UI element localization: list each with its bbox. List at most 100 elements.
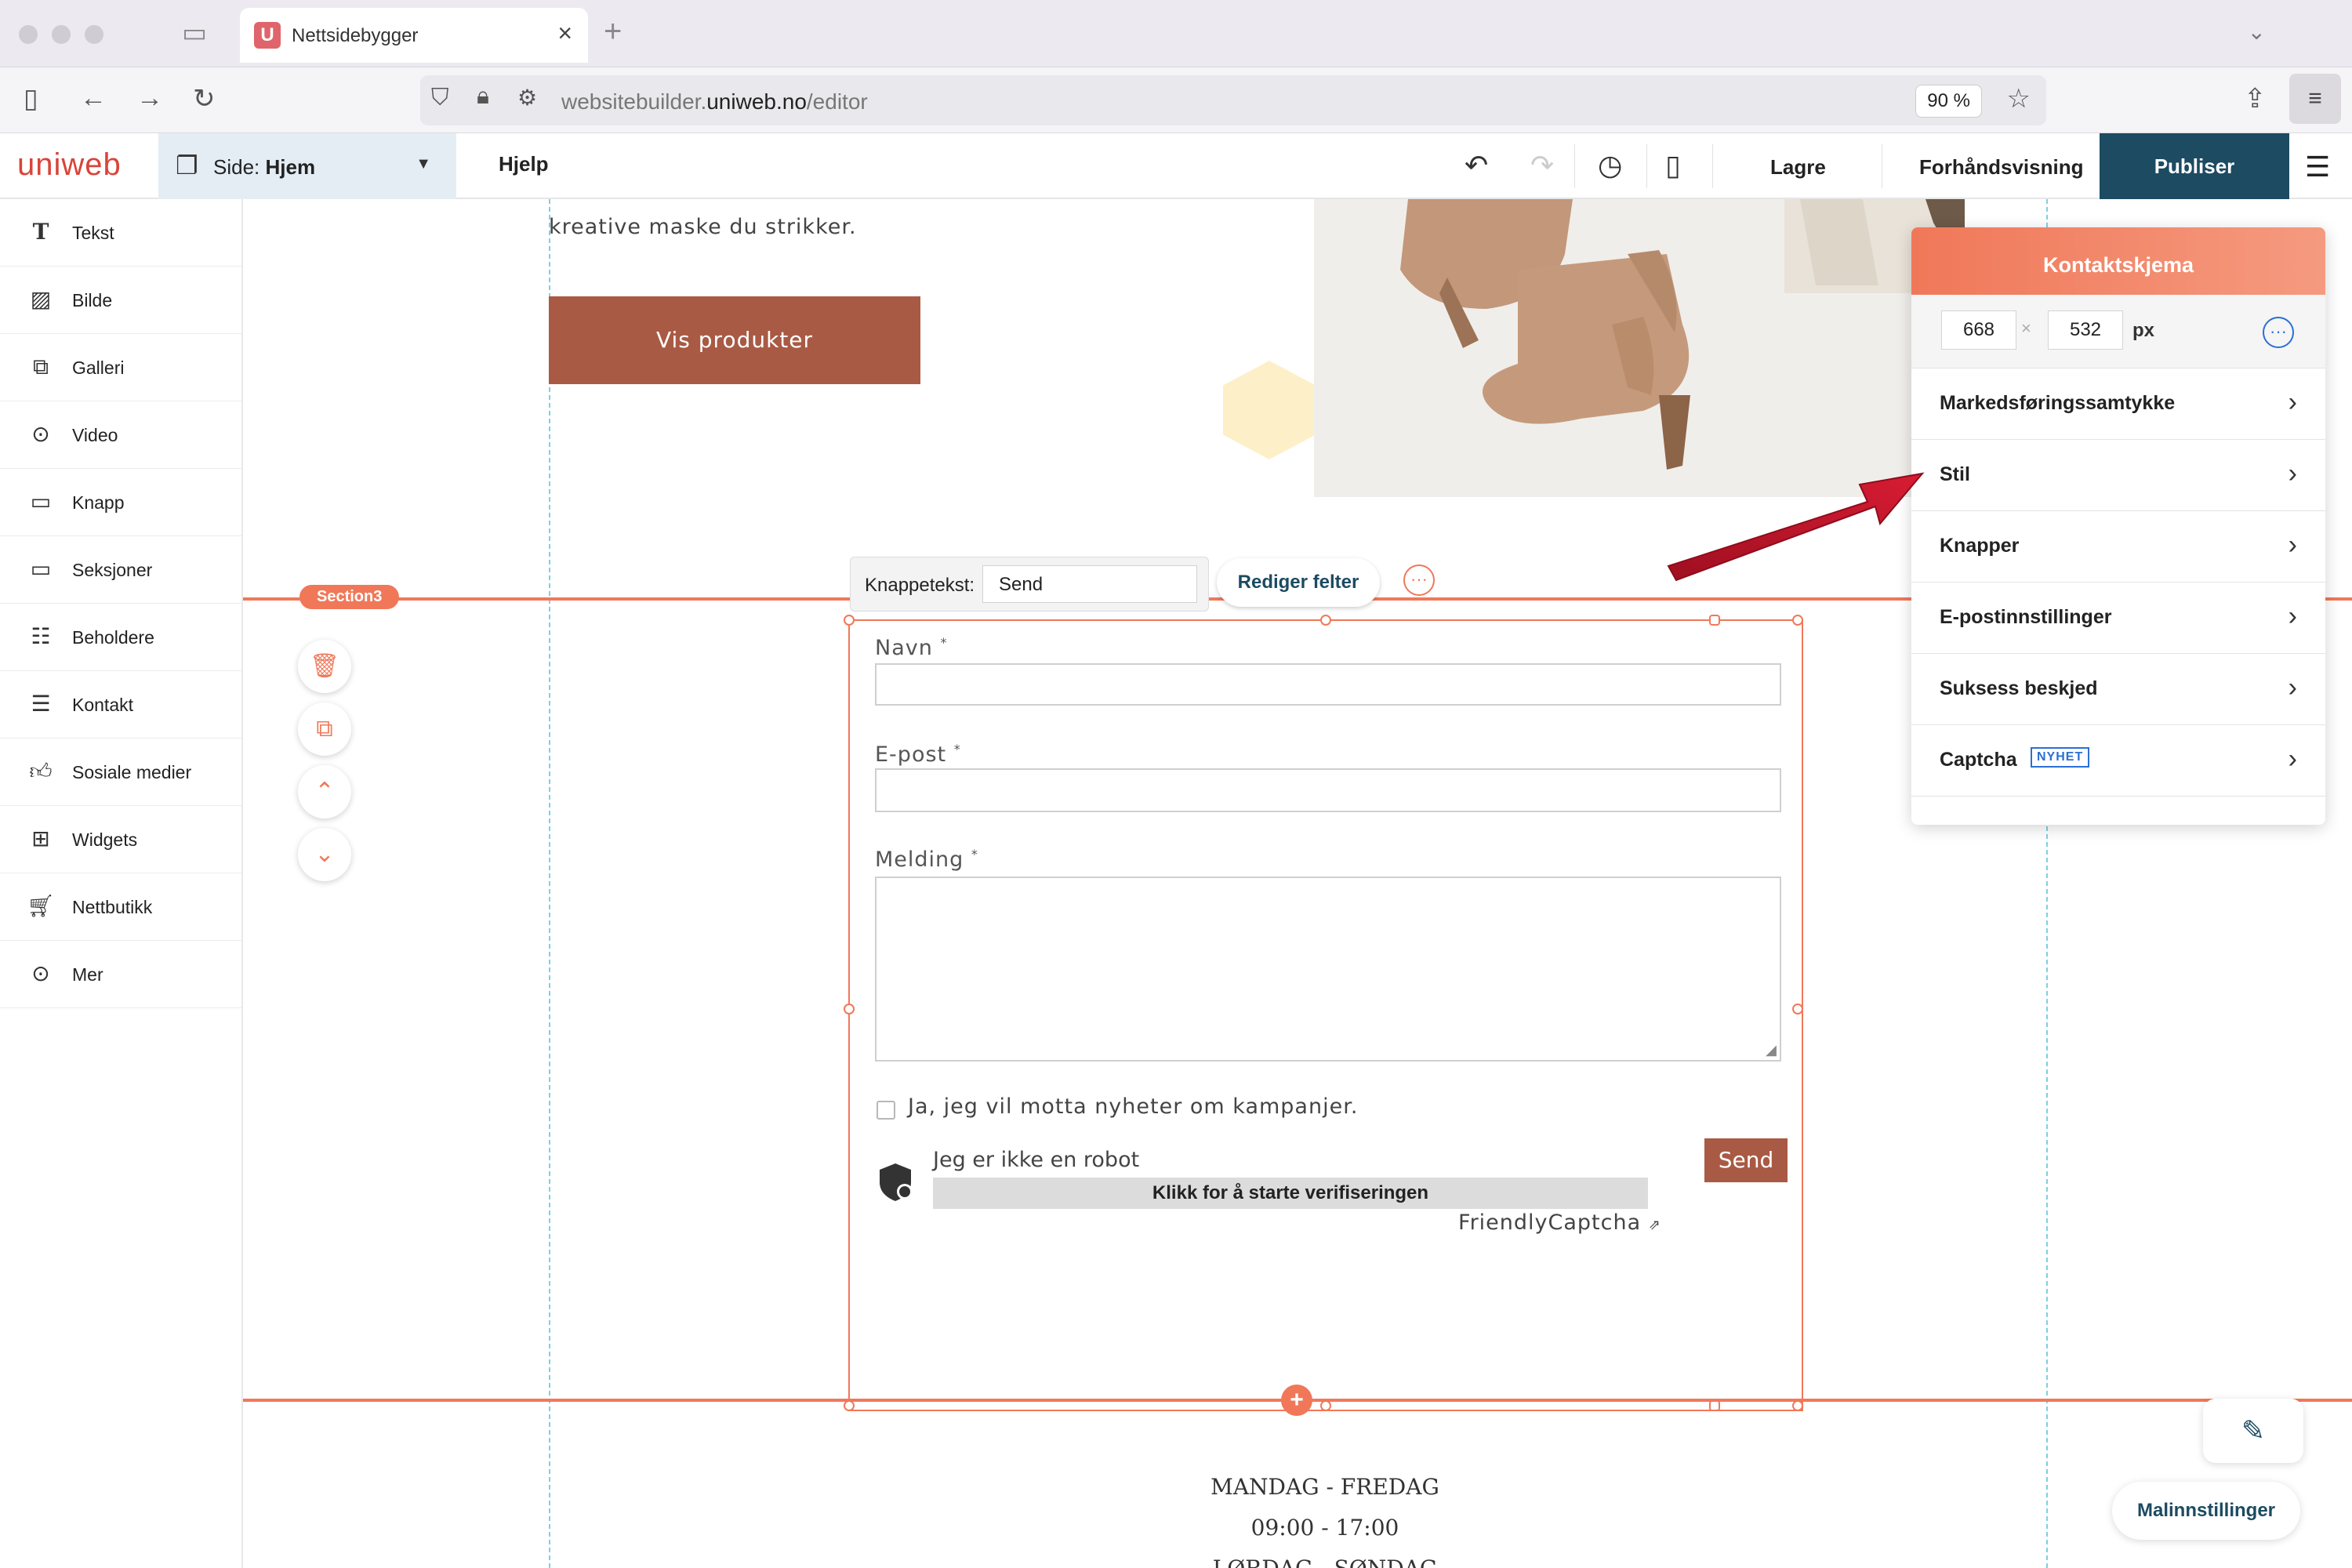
panel-row-captcha[interactable]: Captcha NYHET › — [1911, 725, 2325, 797]
panel-row-email-settings[interactable]: E-postinnstillinger › — [1911, 583, 2325, 654]
contact-icon: ☰ — [31, 691, 51, 716]
resize-handle[interactable] — [844, 615, 855, 626]
newsletter-checkbox[interactable] — [877, 1101, 895, 1120]
panel-row-marketing-consent[interactable]: Markedsføringssamtykke › — [1911, 368, 2325, 440]
template-settings-button[interactable]: Malinnstillinger — [2112, 1482, 2300, 1540]
sidebar-item-text[interactable]: T Tekst — [0, 199, 241, 267]
extensions-icon[interactable]: ⇪ — [2244, 83, 2267, 114]
form-send-button[interactable]: Send — [1704, 1138, 1788, 1182]
reload-icon[interactable]: ↻ — [193, 83, 216, 114]
tab-close-icon[interactable]: × — [557, 19, 572, 48]
sidebar-item-label: Seksjoner — [72, 560, 153, 580]
sidebar-item-label: Widgets — [72, 829, 138, 850]
panel-row-label: Markedsføringssamtykke — [1940, 392, 2176, 414]
page-selector[interactable]: ❐ Side: Hjem ▼ — [158, 133, 456, 199]
name-field[interactable] — [875, 663, 1781, 706]
sidebar-item-gallery[interactable]: ⧉ Galleri — [0, 334, 241, 401]
caret-down-icon: ▼ — [416, 155, 431, 172]
message-field[interactable]: ◢ — [875, 877, 1781, 1062]
mobile-view-icon[interactable]: ▯ — [1665, 149, 1681, 182]
tab-list-chevron-icon[interactable]: ⌄ — [2248, 19, 2266, 45]
sidebar-item-contact[interactable]: ☰ Kontakt — [0, 671, 241, 739]
publish-button[interactable]: Publiser — [2100, 133, 2289, 199]
zoom-level[interactable]: 90 % — [1915, 85, 1982, 118]
height-handle-top[interactable] — [1709, 615, 1720, 626]
more-options-icon[interactable]: ··· — [1403, 564, 1435, 596]
address-bar[interactable]: ⛉ 🔒︎ ⚙ websitebuilder.uniweb.no/editor 9… — [420, 75, 2046, 125]
shield-icon[interactable]: ⛉ — [431, 85, 449, 111]
delete-section-icon[interactable]: 🗑︎ — [298, 640, 351, 693]
sidebar-item-label: Knapp — [72, 492, 125, 513]
lock-icon[interactable]: 🔒︎ — [477, 83, 489, 110]
resize-handle[interactable] — [1792, 1400, 1803, 1411]
forward-icon[interactable]: → — [136, 83, 163, 114]
add-section-below-icon[interactable]: + — [1281, 1385, 1312, 1416]
move-section-down-icon[interactable]: ⌄ — [298, 828, 351, 881]
height-input[interactable]: 532 — [2048, 310, 2123, 350]
preview-button[interactable]: Forhåndsvisning — [1919, 155, 2083, 180]
contact-form[interactable]: Navn * E-post * Melding * ◢ Ja, jeg vil … — [844, 615, 1803, 1411]
divider — [1712, 144, 1713, 188]
hamburger-menu-icon[interactable]: ☰ — [2305, 151, 2330, 183]
browser-menu-icon[interactable]: ≡ — [2289, 74, 2341, 124]
sidebar-item-video[interactable]: ⊙ Video — [0, 401, 241, 469]
hours-time[interactable]: 09:00 - 17:00 — [1058, 1515, 1592, 1541]
panel-row-style[interactable]: Stil › — [1911, 440, 2325, 511]
sidebar-item-social[interactable]: 👍︎ Sosiale medier — [0, 739, 241, 806]
button-text-input[interactable]: Send — [982, 565, 1197, 603]
bookmark-star-icon[interactable]: ☆ — [2007, 83, 2031, 114]
redo-icon[interactable]: ↷ — [1530, 149, 1554, 182]
hours-weekdays[interactable]: MANDAG - FREDAG — [1058, 1474, 1592, 1500]
sidebar-item-shop[interactable]: 🛒︎ Nettbutikk — [0, 873, 241, 941]
chevron-right-icon: › — [2288, 673, 2297, 702]
width-input[interactable]: 668 — [1941, 310, 2016, 350]
window-minimize-button[interactable] — [52, 25, 71, 44]
permissions-icon[interactable]: ⚙ — [517, 85, 537, 111]
duplicate-section-icon[interactable]: ⧉ — [298, 702, 351, 756]
sidebar-item-widgets[interactable]: ⊞ Widgets — [0, 806, 241, 873]
panel-row-buttons[interactable]: Knapper › — [1911, 511, 2325, 583]
resize-handle[interactable] — [1320, 1400, 1331, 1411]
captcha-verify-button[interactable]: Klikk for å starte verifiseringen — [933, 1178, 1648, 1209]
browser-tab[interactable]: U Nettsidebygger × — [240, 8, 588, 63]
resize-handle[interactable] — [1320, 615, 1331, 626]
hours-weekend[interactable]: LØRDAG - SØNDAG — [1058, 1555, 1592, 1568]
resize-handle[interactable] — [844, 1004, 855, 1014]
resize-handle[interactable] — [1792, 615, 1803, 626]
divider — [1646, 144, 1647, 188]
window-close-button[interactable] — [19, 25, 38, 44]
edit-fields-button[interactable]: Rediger felter — [1217, 558, 1380, 607]
undo-icon[interactable]: ↶ — [1465, 149, 1488, 182]
save-button[interactable]: Lagre — [1770, 155, 1826, 180]
resize-handle[interactable] — [844, 1400, 855, 1411]
height-handle-bottom[interactable] — [1709, 1400, 1720, 1411]
new-tab-icon[interactable]: + — [604, 14, 622, 49]
sidebar-item-containers[interactable]: ☷ Beholdere — [0, 604, 241, 671]
template-palette-icon[interactable]: ✎ — [2203, 1399, 2303, 1463]
sidebar-item-image[interactable]: ▨ Bilde — [0, 267, 241, 334]
hero-text[interactable]: kreative maske du strikker. — [549, 215, 857, 239]
back-icon[interactable]: ← — [80, 83, 107, 114]
section-tag[interactable]: Section3 — [299, 585, 400, 609]
panel-row-success-message[interactable]: Suksess beskjed › — [1911, 654, 2325, 725]
uniweb-logo[interactable]: uniweb — [17, 147, 122, 183]
email-field[interactable] — [875, 768, 1781, 812]
sidebar-item-sections[interactable]: ▭ Seksjoner — [0, 536, 241, 604]
sidebar-item-button[interactable]: ▭ Knapp — [0, 469, 241, 536]
sidebar-toggle-icon[interactable]: ▯ — [24, 83, 38, 114]
sections-icon: ▭ — [30, 557, 52, 581]
gallery-icon: ⧉ — [33, 354, 49, 379]
resize-handle[interactable] — [1792, 1004, 1803, 1014]
move-section-up-icon[interactable]: ⌃ — [298, 765, 351, 818]
size-more-icon[interactable]: ··· — [2263, 317, 2294, 348]
sidebar-item-more[interactable]: ⊙ Mer — [0, 941, 241, 1008]
captcha-brand[interactable]: FriendlyCaptcha ⇗ — [1458, 1210, 1661, 1235]
tab-overview-icon[interactable]: ▭ — [182, 17, 207, 49]
view-products-button[interactable]: Vis produkter — [549, 296, 920, 384]
history-icon[interactable]: ◷ — [1598, 149, 1622, 182]
window-zoom-button[interactable] — [85, 25, 103, 44]
boots-photo[interactable] — [1314, 199, 1965, 497]
textarea-resize-icon[interactable]: ◢ — [1766, 1042, 1777, 1058]
chevron-right-icon: › — [2288, 530, 2297, 560]
help-link[interactable]: Hjelp — [499, 152, 549, 176]
